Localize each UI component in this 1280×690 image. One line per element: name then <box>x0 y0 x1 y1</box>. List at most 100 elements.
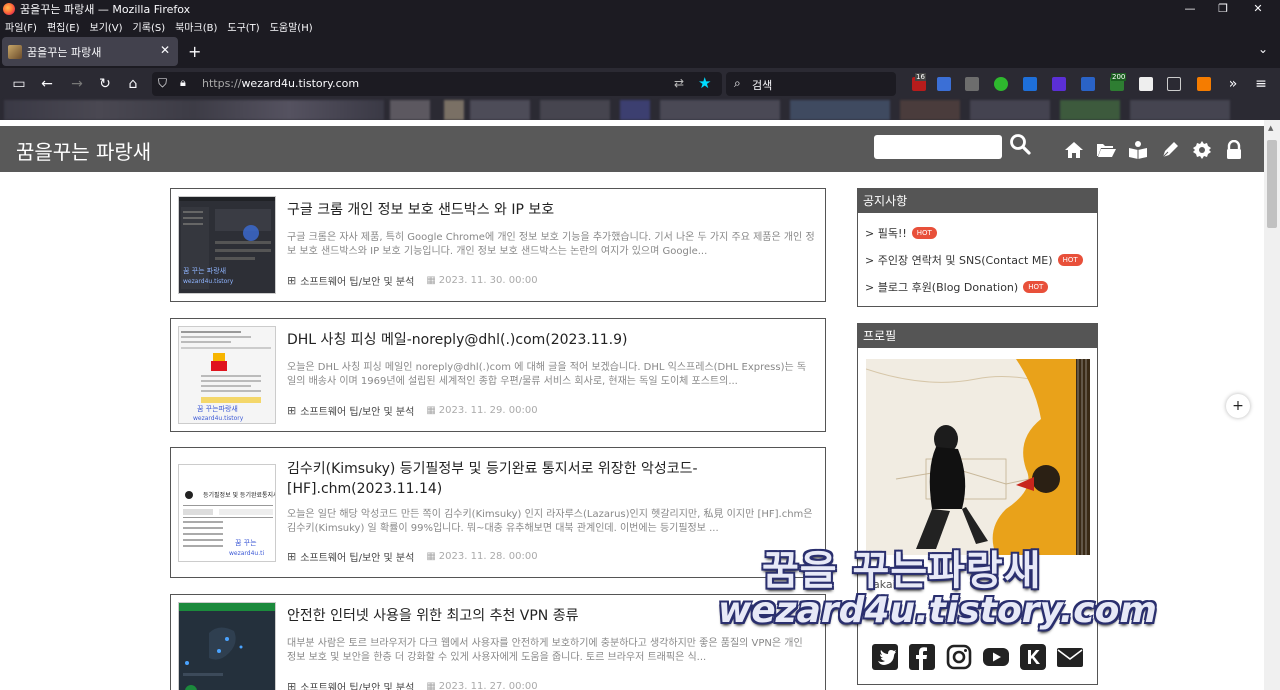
extension-puzzle-icon[interactable] <box>965 77 979 91</box>
blurred-bookmark <box>1060 100 1120 120</box>
reload-button[interactable]: ↻ <box>96 75 114 93</box>
gear-icon[interactable] <box>1192 140 1212 160</box>
home-icon[interactable] <box>1064 140 1084 160</box>
post-thumbnail[interactable]: 등기필정보 및 등기완료통지서 꿈 꾸는 wezard4u.ti <box>178 464 276 562</box>
hot-badge: HOT <box>1023 281 1049 293</box>
menu-file[interactable]: 파일(F) <box>5 19 37 34</box>
extension-brave-icon[interactable] <box>1197 77 1211 91</box>
post-thumbnail[interactable]: 꿈 꾸는파랑새 wezard4u.tistory <box>178 326 276 424</box>
menu-edit[interactable]: 편집(E) <box>47 19 80 34</box>
tab-strip: 꿈을꾸는 파랑새 ✕ + ⌄ <box>0 34 1280 68</box>
lock-icon[interactable]: 🔒︎ <box>180 76 186 90</box>
write-pen-icon[interactable] <box>1160 140 1180 160</box>
notice-link[interactable]: > 블로그 후원(Blog Donation) <box>865 279 1018 295</box>
post-excerpt: 대부분 사람은 토르 브라우저가 다크 웹에서 사용자를 안전하게 보호하기에 … <box>287 638 803 663</box>
url-text[interactable]: https://wezard4u.tistory.com <box>202 77 359 90</box>
forward-button[interactable]: → <box>68 75 86 93</box>
scroll-up-arrow-icon[interactable]: ▲ <box>1268 124 1273 132</box>
email-envelope-icon[interactable] <box>1057 644 1083 670</box>
minimize-button[interactable]: — <box>1172 0 1208 18</box>
post-excerpt: 구글 크롬은 자사 제품, 특히 Google Chrome에 개인 정보 보호… <box>287 232 815 257</box>
extension-zero-icon[interactable] <box>1139 77 1153 91</box>
menu-bookmarks[interactable]: 북마크(B) <box>175 19 217 34</box>
restore-button[interactable]: ❐ <box>1205 0 1241 18</box>
search-placeholder: 검색 <box>752 79 773 92</box>
extension-green-icon[interactable] <box>994 77 1008 91</box>
notice-link[interactable]: > 주인장 연락처 및 SNS(Contact ME) <box>865 252 1053 268</box>
home-button[interactable]: ⌂ <box>124 75 142 93</box>
menu-history[interactable]: 기록(S) <box>133 19 166 34</box>
svg-text:꿈 꾸는파랑새: 꿈 꾸는파랑새 <box>197 404 238 413</box>
firefox-logo-icon <box>3 3 15 15</box>
blurred-bookmark <box>444 100 464 120</box>
search-bar[interactable]: ⌕ 검색 <box>726 72 896 96</box>
window-titlebar: 꿈을꾸는 파랑새 — Mozilla Firefox — ❐ ✕ <box>0 0 1280 18</box>
folder-open-icon[interactable] <box>1096 140 1116 160</box>
tab-title: 꿈을꾸는 파랑새 <box>27 45 102 59</box>
post-card[interactable]: 꿈 꾸는 파랑새 wezard4u.tistory 구글 크롬 개인 정보 보호… <box>170 188 826 302</box>
site-search-input[interactable] <box>874 135 1002 159</box>
extension-blue-icon[interactable] <box>1081 77 1095 91</box>
blurred-bookmark <box>540 100 610 120</box>
firefox-view-icon[interactable]: ▭ <box>10 75 28 93</box>
bookmark-star-icon[interactable]: ★ <box>698 74 711 92</box>
search-icon[interactable] <box>1008 132 1032 156</box>
expand-plus-button[interactable]: + <box>1226 394 1250 418</box>
menu-help[interactable]: 도움말(H) <box>270 19 313 34</box>
page-scrollbar[interactable]: ▲ <box>1264 120 1280 690</box>
kakao-k-icon[interactable] <box>1020 644 1046 670</box>
facebook-icon[interactable] <box>909 644 935 670</box>
extension-translate-icon[interactable] <box>937 77 951 91</box>
post-thumbnail[interactable] <box>178 602 276 690</box>
back-button[interactable]: ← <box>38 75 56 93</box>
notice-item[interactable]: > 블로그 후원(Blog Donation) HOT <box>865 279 1049 295</box>
lock-icon[interactable] <box>1224 140 1244 160</box>
close-window-button[interactable]: ✕ <box>1240 0 1276 18</box>
blurred-bookmark <box>970 100 1050 120</box>
post-category[interactable]: 소프트웨어 팁/보안 및 분석 <box>300 273 414 288</box>
scrollbar-thumb[interactable] <box>1267 140 1277 228</box>
svg-text:wezard4u.tistory: wezard4u.tistory <box>193 415 244 422</box>
notice-link[interactable]: > 필독!! <box>865 225 907 241</box>
svg-text:wezard4u.ti: wezard4u.ti <box>229 550 264 557</box>
calendar-icon: ▦ <box>426 405 436 416</box>
youtube-icon[interactable] <box>983 644 1009 670</box>
blurred-bookmark <box>790 100 890 120</box>
menu-view[interactable]: 보기(V) <box>90 19 123 34</box>
post-category[interactable]: 소프트웨어 팁/보안 및 분석 <box>300 679 414 690</box>
twitter-icon[interactable] <box>872 644 898 670</box>
close-tab-button[interactable]: ✕ <box>160 43 170 57</box>
list-tabs-chevron-icon[interactable]: ⌄ <box>1258 42 1268 56</box>
post-category[interactable]: 소프트웨어 팁/보안 및 분석 <box>300 549 414 564</box>
extension-shield-icon[interactable] <box>1023 77 1037 91</box>
search-icon: ⌕ <box>734 76 741 90</box>
post-title[interactable]: DHL 사칭 피싱 메일-noreply@dhl(.)com(2023.11.9… <box>287 330 807 350</box>
post-title[interactable]: 구글 크롬 개인 정보 보호 샌드박스 와 IP 보호 <box>287 200 807 220</box>
post-title[interactable]: 김수키(Kimsuky) 등기필정부 및 등기완료 통지서로 위장한 악성코드-… <box>287 459 807 499</box>
notice-heading: 공지사항 <box>858 189 1097 213</box>
calendar-icon: ▦ <box>426 681 436 690</box>
watermark-english: wezard4u.tistory.com <box>718 590 1157 631</box>
tab-active[interactable]: 꿈을꾸는 파랑새 ✕ <box>2 37 178 66</box>
post-card[interactable]: 등기필정보 및 등기완료통지서 꿈 꾸는 wezard4u.ti 김수키(Kim… <box>170 447 826 578</box>
tracking-shield-icon[interactable]: ⛉ <box>158 76 167 91</box>
site-title[interactable]: 꿈을꾸는 파랑새 <box>16 136 151 165</box>
profile-heading: 프로필 <box>858 324 1097 348</box>
notice-item[interactable]: > 주인장 연락처 및 SNS(Contact ME) HOT <box>865 252 1083 268</box>
guestbook-icon[interactable] <box>1128 140 1148 160</box>
hamburger-menu-icon[interactable]: ≡ <box>1252 75 1270 93</box>
menu-tools[interactable]: 도구(T) <box>227 19 259 34</box>
overflow-menu-chevron-icon[interactable]: » <box>1224 75 1242 93</box>
category-sitemap-icon: ⊞ <box>287 274 297 287</box>
extensions-puzzle-icon[interactable] <box>1167 77 1181 91</box>
translate-icon[interactable]: ⇄ <box>674 76 684 90</box>
address-bar[interactable]: ⛉ 🔒︎ https://wezard4u.tistory.com ⇄ ★ <box>152 72 722 96</box>
extension-gem-icon[interactable] <box>1052 77 1066 91</box>
notice-item[interactable]: > 필독!! HOT <box>865 225 937 241</box>
post-card[interactable]: 꿈 꾸는파랑새 wezard4u.tistory DHL 사칭 피싱 메일-no… <box>170 318 826 432</box>
new-tab-button[interactable]: + <box>188 42 201 61</box>
post-meta: ⊞ 소프트웨어 팁/보안 및 분석 ▦ 2023. 11. 30. 00:00 <box>287 273 538 288</box>
post-thumbnail[interactable]: 꿈 꾸는 파랑새 wezard4u.tistory <box>178 196 276 294</box>
post-category[interactable]: 소프트웨어 팁/보안 및 분석 <box>300 403 414 418</box>
instagram-icon[interactable] <box>946 644 972 670</box>
